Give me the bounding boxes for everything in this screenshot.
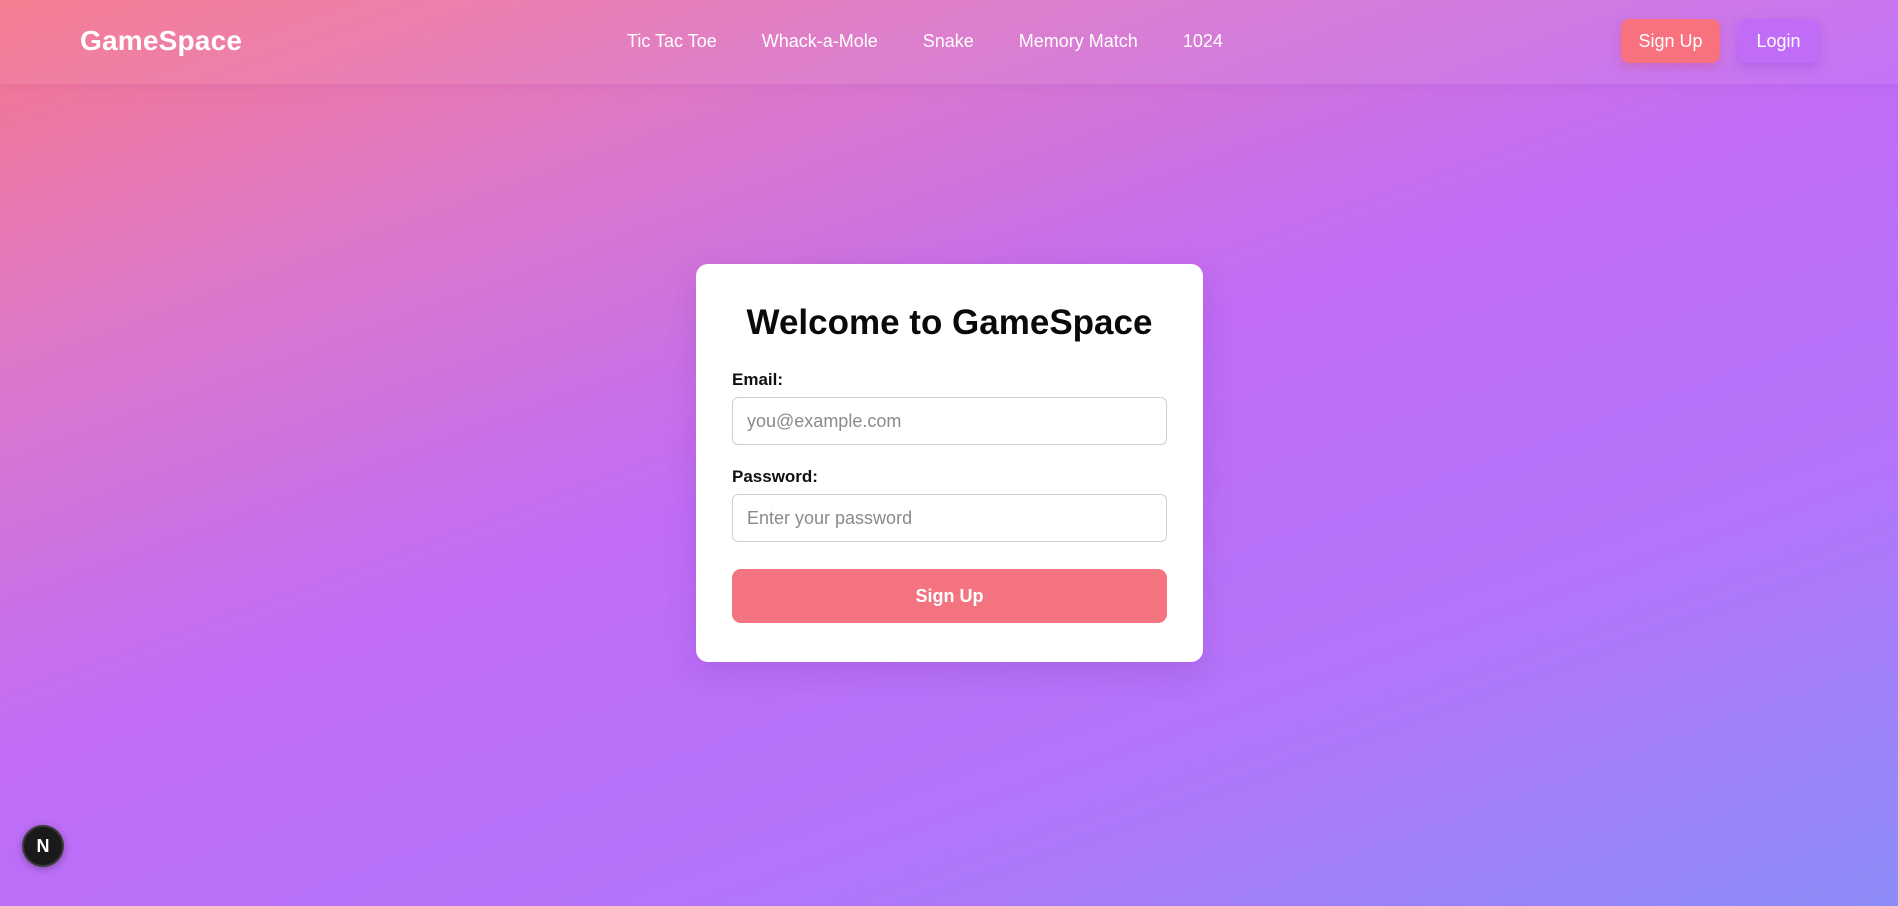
nav-link-1024[interactable]: 1024	[1183, 31, 1223, 52]
nav-link-whack-a-mole[interactable]: Whack-a-Mole	[762, 31, 878, 52]
nextjs-logo-icon[interactable]: N	[22, 825, 64, 867]
password-field[interactable]	[732, 494, 1167, 542]
password-label: Password:	[732, 467, 818, 486]
email-field[interactable]	[732, 397, 1167, 445]
header-login-button[interactable]: Login	[1738, 19, 1819, 63]
signup-card: Welcome to GameSpace Email: Password: Si…	[696, 264, 1203, 662]
game-nav: Tic Tac Toe Whack-a-Mole Snake Memory Ma…	[627, 31, 1223, 52]
nav-link-tic-tac-toe[interactable]: Tic Tac Toe	[627, 31, 717, 52]
form-title: Welcome to GameSpace	[746, 303, 1153, 342]
header-signup-button[interactable]: Sign Up	[1621, 19, 1720, 63]
brand-logo[interactable]: GameSpace	[80, 25, 242, 57]
email-label: Email:	[732, 370, 784, 389]
nav-link-memory-match[interactable]: Memory Match	[1019, 31, 1138, 52]
nav-link-snake[interactable]: Snake	[923, 31, 974, 52]
signup-submit-button[interactable]: Sign Up	[732, 569, 1167, 623]
top-navbar: GameSpace Tic Tac Toe Whack-a-Mole Snake…	[0, 0, 1898, 84]
